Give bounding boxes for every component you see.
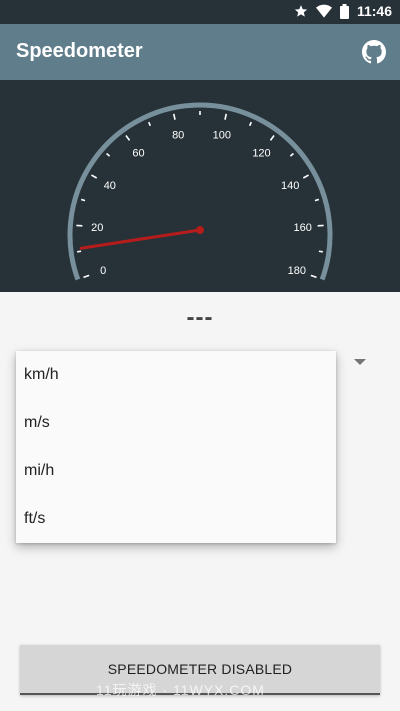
gauge-tick-labels: 0 20 40 60 80 100 120 140 160 180 (91, 129, 312, 277)
wifi-icon (315, 4, 332, 18)
unit-dropdown-menu: km/h m/s mi/h ft/s (16, 351, 336, 543)
speedometer-gauge: 0 20 40 60 80 100 120 140 160 180 (0, 80, 400, 292)
unit-spinner-arrow-icon[interactable] (354, 359, 366, 365)
gauge-tick-label: 140 (281, 180, 299, 192)
gauge-tick (269, 135, 275, 141)
gauge-tick (106, 152, 111, 157)
gauge-tick (310, 274, 317, 279)
gauge-tick (172, 113, 176, 120)
gauge-tick-label: 20 (91, 222, 103, 234)
gauge-dial: 0 20 40 60 80 100 120 140 160 180 (67, 102, 333, 281)
unit-option-ms[interactable]: m/s (16, 399, 336, 447)
gauge-tick (248, 121, 253, 127)
gauge-tick (91, 174, 98, 179)
gauge-tick (224, 113, 228, 120)
unit-option-mih[interactable]: mi/h (16, 447, 336, 495)
unit-option-fts[interactable]: ft/s (16, 495, 336, 543)
gauge-tick-label: 80 (172, 129, 184, 141)
unit-option-kmh[interactable]: km/h (16, 351, 336, 399)
gauge-tick-label: 160 (294, 222, 312, 234)
gauge-tick (77, 250, 82, 253)
gauge-tick-label: 60 (132, 147, 144, 159)
gauge-tick (318, 250, 323, 253)
battery-icon (339, 3, 349, 19)
github-icon (362, 40, 386, 64)
speed-readout: --- (186, 304, 214, 331)
gauge-tick (125, 135, 131, 141)
gauge-tick (80, 198, 86, 202)
status-bar: 11:46 (0, 0, 400, 24)
gauge-tick (147, 121, 152, 127)
gauge-tick (83, 274, 90, 279)
gauge-tick (314, 198, 320, 202)
gauge-tick (289, 152, 294, 157)
app-title: Speedometer (16, 40, 143, 62)
gauge-tick (302, 174, 309, 179)
github-button[interactable] (362, 40, 386, 64)
gauge-tick-label: 40 (104, 180, 116, 192)
gauge-tick-label: 180 (288, 265, 306, 277)
gauge-tick-label: 100 (213, 129, 231, 141)
status-icons: 11:46 (294, 3, 392, 19)
watermark: 11玩游戏 · 11WYX.COM (96, 682, 265, 698)
app-bar: Speedometer (0, 24, 400, 80)
star-icon (294, 4, 308, 18)
clock-text: 11:46 (356, 3, 392, 19)
gauge-tick-label: 0 (100, 265, 106, 277)
gauge-needle-hub (196, 226, 204, 234)
gauge-tick-label: 120 (252, 147, 270, 159)
